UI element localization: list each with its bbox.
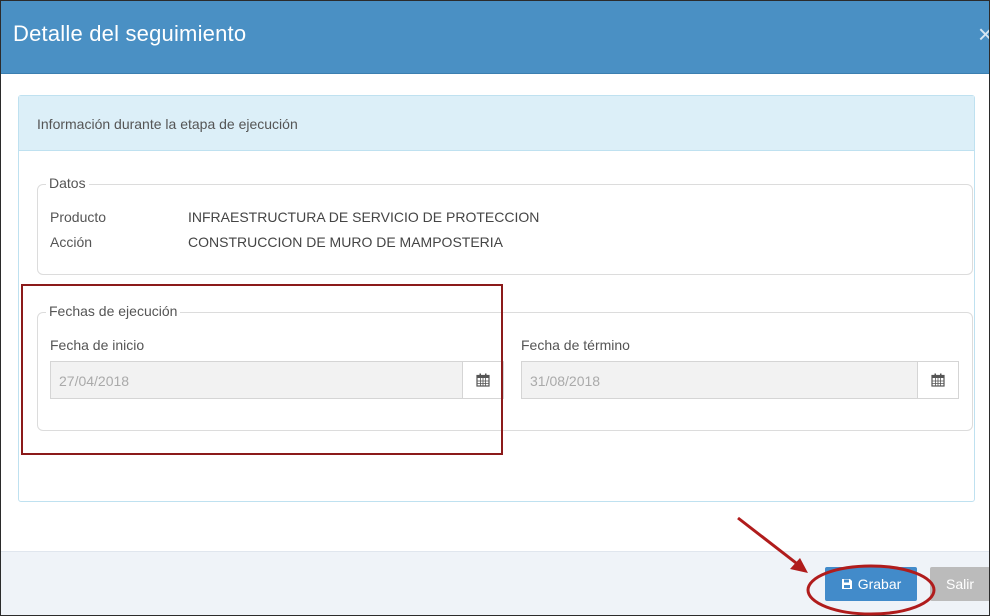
save-button-label: Grabar: [857, 576, 902, 592]
producto-value: INFRAESTRUCTURA DE SERVICIO DE PROTECCIO…: [188, 209, 540, 225]
modal-header: Detalle del seguimiento ×: [1, 1, 989, 74]
fecha-termino-value: 31/08/2018: [530, 373, 601, 389]
panel-heading: Información durante la etapa de ejecució…: [19, 96, 974, 151]
highlight-rectangle: [21, 284, 503, 455]
modal-footer: Grabar Salir: [1, 551, 989, 615]
fecha-termino-label: Fecha de término: [521, 337, 630, 353]
fecha-termino-input[interactable]: 31/08/2018: [521, 361, 959, 399]
modal-title: Detalle del seguimiento: [13, 21, 247, 46]
accion-value: CONSTRUCCION DE MURO DE MAMPOSTERIA: [188, 234, 504, 250]
accion-label: Acción: [50, 234, 93, 250]
datos-group: Datos Producto INFRAESTRUCTURA DE SERVIC…: [37, 175, 973, 275]
calendar-icon[interactable]: [917, 362, 958, 398]
panel-heading-text: Información durante la etapa de ejecució…: [37, 116, 298, 132]
producto-label: Producto: [50, 209, 107, 225]
close-icon[interactable]: ×: [978, 19, 989, 50]
save-button[interactable]: Grabar: [825, 567, 917, 601]
exit-button[interactable]: Salir: [930, 567, 989, 601]
datos-legend: Datos: [46, 175, 89, 191]
save-icon: [841, 579, 852, 589]
